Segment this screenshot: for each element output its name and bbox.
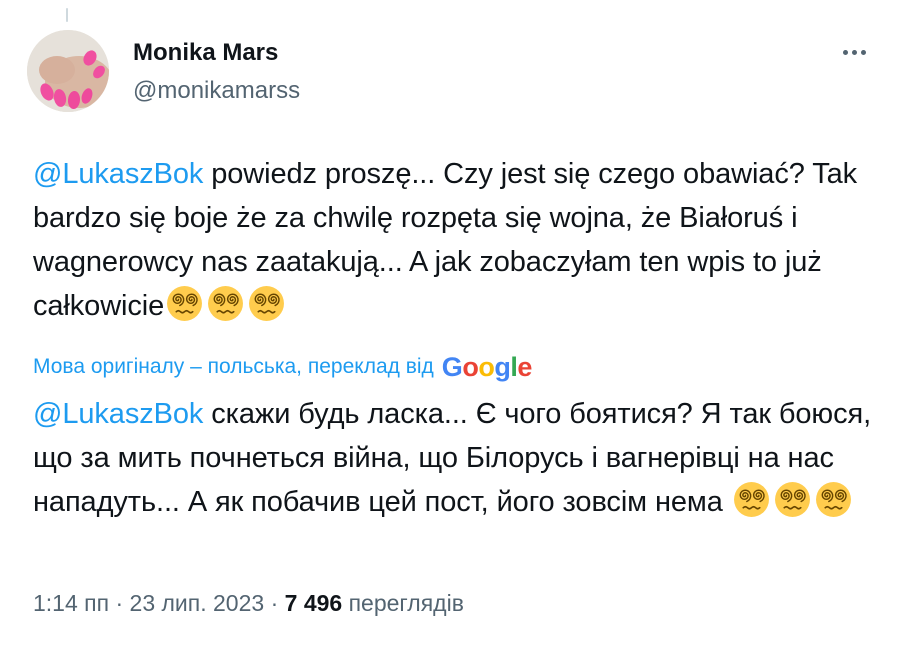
face-with-spiral-eyes-icon xyxy=(733,481,770,518)
face-with-spiral-eyes-icon xyxy=(207,285,244,322)
google-logo-letter: G xyxy=(441,351,463,382)
views-label: переглядів xyxy=(342,590,464,616)
author-info: Monika Mars @monikamarss xyxy=(133,38,300,106)
google-logo-letter: e xyxy=(517,351,532,382)
translation-note-text: Мова оригіналу – польська, переклад від xyxy=(33,355,434,378)
emoji-group xyxy=(166,285,285,322)
tweet-original-text: @LukaszBok powiedz proszę... Czy jest si… xyxy=(33,152,878,328)
tweet-translated-text: @LukaszBok скажи будь ласка... Є чого бо… xyxy=(33,392,878,524)
face-with-spiral-eyes-icon xyxy=(166,285,203,322)
mention-link[interactable]: @LukaszBok xyxy=(33,398,203,430)
tweet-timestamp-date[interactable]: 23 лип. 2023 xyxy=(130,590,265,616)
google-logo-letter: g xyxy=(494,351,511,382)
google-logo-letter: o xyxy=(478,351,495,382)
translation-attribution[interactable]: Мова оригіналу – польська, переклад від … xyxy=(33,351,532,383)
mention-link[interactable]: @LukaszBok xyxy=(33,158,203,190)
author-display-name[interactable]: Monika Mars xyxy=(133,38,300,68)
author-handle[interactable]: @monikamarss xyxy=(133,76,300,106)
google-logo: Google xyxy=(441,351,533,383)
face-with-spiral-eyes-icon xyxy=(815,481,852,518)
emoji-group xyxy=(733,481,852,518)
avatar[interactable] xyxy=(27,30,109,112)
tweet-timestamp-time[interactable]: 1:14 пп xyxy=(33,590,109,616)
more-horizontal-icon xyxy=(842,49,866,55)
views-count: 7 496 xyxy=(284,590,343,616)
tweet-meta: 1:14 пп · 23 лип. 2023 · 7 496 перегляді… xyxy=(33,588,464,618)
avatar-image xyxy=(27,30,109,112)
google-logo-letter: o xyxy=(462,351,479,382)
face-with-spiral-eyes-icon xyxy=(774,481,811,518)
face-with-spiral-eyes-icon xyxy=(248,285,285,322)
thread-connector-line xyxy=(66,8,68,22)
more-options-button[interactable] xyxy=(836,40,872,64)
meta-separator: · xyxy=(264,590,285,616)
meta-separator: · xyxy=(109,590,130,616)
